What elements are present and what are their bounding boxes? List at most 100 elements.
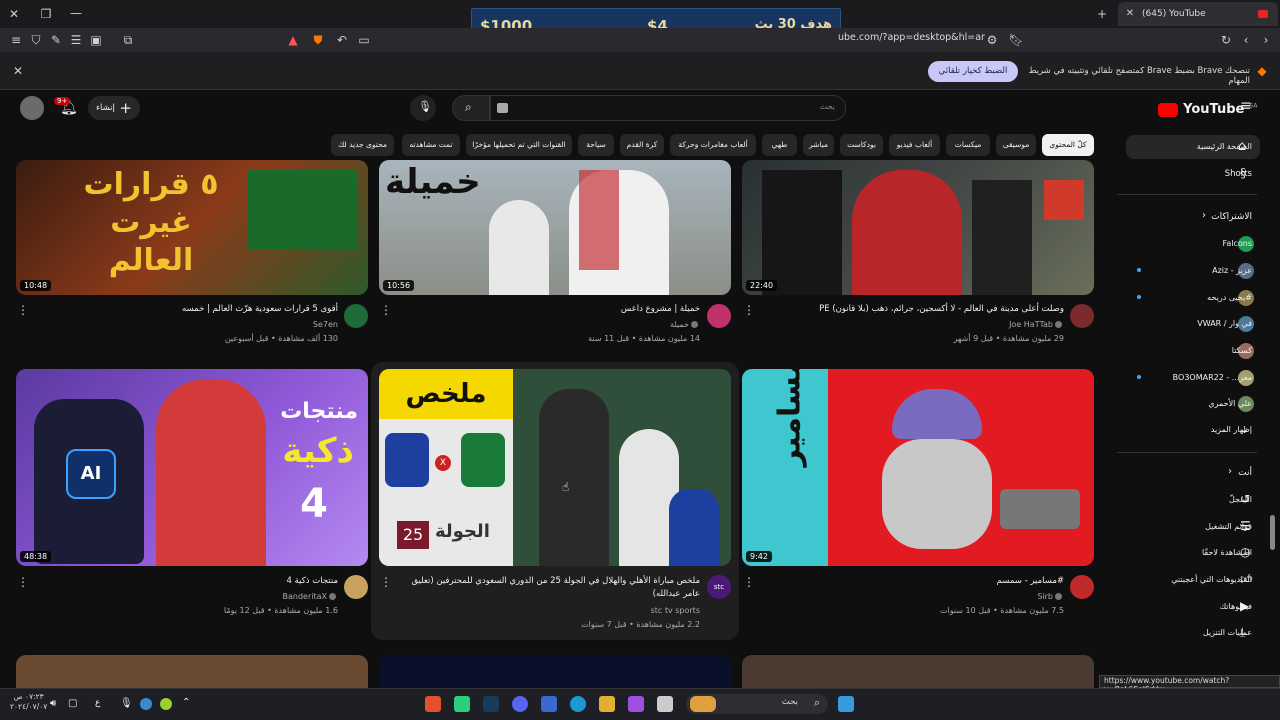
back-icon[interactable]: ‹ bbox=[1238, 32, 1254, 48]
channel-avatar[interactable]: stc bbox=[707, 575, 731, 599]
edge-icon[interactable] bbox=[570, 696, 586, 712]
channel-avatar[interactable] bbox=[707, 304, 731, 328]
chip-live[interactable]: مباشر bbox=[803, 134, 834, 156]
minimize-window-icon[interactable]: — bbox=[68, 5, 84, 21]
chip-cooking[interactable]: طهي bbox=[762, 134, 797, 156]
chip-watched[interactable]: تمت مشاهدته bbox=[402, 134, 460, 156]
extensions-icon[interactable]: ✎ bbox=[48, 32, 64, 48]
taskbar-search[interactable]: بحث ⌕ bbox=[686, 694, 828, 714]
video-title[interactable]: خميلة | مشروع داعس bbox=[420, 303, 700, 316]
microphone-tray-icon[interactable]: 🎙︎ bbox=[120, 698, 133, 709]
video-title[interactable]: وصلت أعلى مدينة في العالم - لا أكسجين، ج… bbox=[780, 303, 1064, 316]
more-actions-icon[interactable]: ⋮ bbox=[17, 303, 29, 317]
user-avatar[interactable] bbox=[20, 96, 44, 120]
close-notice-icon[interactable]: ✕ bbox=[10, 63, 26, 79]
brave-browser-icon[interactable] bbox=[425, 696, 441, 712]
task-view-icon[interactable] bbox=[657, 696, 673, 712]
video-title[interactable]: أقوى 5 قرارات سعودية هزّت العالم | خمسه bbox=[60, 303, 338, 316]
brave-shield-icon[interactable]: ⛊ bbox=[310, 32, 326, 48]
chip-tourism[interactable]: سياحة bbox=[578, 134, 614, 156]
more-actions-icon[interactable]: ⋮ bbox=[743, 575, 755, 589]
you-heading[interactable]: أنت bbox=[1238, 468, 1252, 478]
sidebar-scrollbar[interactable] bbox=[1270, 515, 1275, 550]
reload-icon[interactable]: ↻ bbox=[1218, 32, 1234, 48]
bookmark-list-icon[interactable]: ☰ bbox=[68, 32, 84, 48]
sidebar-sub-aziz[interactable]: عزيز - Aziz bbox=[1132, 266, 1252, 275]
sidebar-icon[interactable]: ▣ bbox=[88, 32, 104, 48]
tray-app-icon[interactable] bbox=[140, 698, 152, 710]
taskbar-app-icon[interactable] bbox=[628, 696, 644, 712]
more-actions-icon[interactable]: ⋮ bbox=[380, 575, 392, 589]
chip-action-adventure[interactable]: ألعاب مغامرات وحركة bbox=[670, 134, 756, 156]
bookmark-icon[interactable]: 🔖︎ bbox=[1008, 32, 1024, 48]
volume-icon[interactable]: 🔊︎ bbox=[50, 698, 56, 709]
sidebar-item-watch-later[interactable]: المشاهدة لاحقًا bbox=[1132, 548, 1252, 557]
chip-new-to-you[interactable]: محتوى جديد لك bbox=[331, 134, 394, 156]
video-title[interactable]: #مسامير - سمسم bbox=[780, 575, 1064, 588]
file-explorer-icon[interactable] bbox=[599, 696, 615, 712]
more-actions-icon[interactable]: ⋮ bbox=[743, 303, 755, 317]
chip-mixes[interactable]: ميكسات bbox=[946, 134, 990, 156]
menu-icon[interactable]: ≡ bbox=[8, 32, 24, 48]
chip-recently-uploaded[interactable]: القنوات التي تم تحميلها مؤخرًا bbox=[466, 134, 572, 156]
show-more-button[interactable]: إظهار المزيد bbox=[1132, 425, 1252, 434]
sidebar-item-history[interactable]: السجلّ bbox=[1132, 495, 1252, 504]
sidebar-item-shorts[interactable]: Shorts bbox=[1132, 169, 1252, 179]
sidebar-sub-ali[interactable]: علي الأحمري bbox=[1132, 399, 1252, 408]
screenshot-icon[interactable]: ⧉ bbox=[120, 32, 136, 48]
video-thumbnail[interactable]: 22:40 bbox=[742, 160, 1094, 295]
store-icon[interactable] bbox=[541, 696, 557, 712]
guide-menu-icon[interactable]: ≡ bbox=[1240, 98, 1252, 114]
video-thumbnail[interactable] bbox=[742, 655, 1094, 688]
site-settings-icon[interactable]: ⚙ bbox=[984, 32, 1000, 48]
shield-icon[interactable]: ⛉ bbox=[28, 32, 44, 48]
more-actions-icon[interactable]: ⋮ bbox=[17, 575, 29, 589]
chip-all[interactable]: كلّ المحتوى bbox=[1042, 134, 1094, 156]
chevron-right-icon[interactable]: › bbox=[1202, 210, 1206, 221]
chip-podcasts[interactable]: بودكاست bbox=[840, 134, 883, 156]
channel-name[interactable]: BanderitaX bbox=[60, 592, 338, 601]
video-title[interactable]: ملخص مباراة الأهلي والهلال في الجولة 25 … bbox=[410, 575, 700, 601]
chevron-right-icon[interactable]: › bbox=[1228, 466, 1232, 477]
channel-name[interactable]: Joe HaTTab bbox=[780, 320, 1064, 329]
video-title[interactable]: منتجات ذكية 4 bbox=[60, 575, 338, 588]
new-tab-icon[interactable]: + bbox=[1094, 6, 1110, 22]
minimize-icon[interactable]: ✕ bbox=[6, 6, 22, 22]
sidebar-sub-bo3omar[interactable]: معر... - BO3OMAR22 bbox=[1132, 373, 1252, 382]
video-thumbnail[interactable]: خميلة 10:56 bbox=[379, 160, 731, 295]
chip-football[interactable]: كرة القدم bbox=[620, 134, 664, 156]
tray-chevron-icon[interactable]: ⌃ bbox=[182, 697, 190, 708]
video-thumbnail[interactable]: ملخص X 25 الجولة bbox=[379, 369, 731, 566]
video-thumbnail[interactable] bbox=[16, 655, 368, 688]
channel-avatar[interactable] bbox=[1070, 304, 1094, 328]
sidebar-item-your-videos[interactable]: فيديوهاتك bbox=[1132, 602, 1252, 611]
close-tab-icon[interactable]: ✕ bbox=[1122, 6, 1138, 22]
sidebar-sub-kasakta[interactable]: كسكتا bbox=[1132, 346, 1252, 355]
channel-avatar[interactable] bbox=[344, 575, 368, 599]
sidebar-sub-falcons[interactable]: Falcons bbox=[1132, 239, 1252, 248]
taskbar-app-icon[interactable] bbox=[454, 696, 470, 712]
language-indicator[interactable]: ع bbox=[95, 698, 100, 708]
keyboard-icon[interactable] bbox=[497, 103, 508, 113]
search-input[interactable]: بحث bbox=[490, 95, 846, 121]
url-text[interactable]: ube.com/?app=desktop&hl=ar bbox=[838, 32, 985, 43]
active-tab[interactable]: ✕ (645) YouTube bbox=[1118, 2, 1278, 26]
video-thumbnail[interactable] bbox=[379, 655, 731, 688]
set-default-button[interactable]: الضبط كخيار تلقائي bbox=[928, 61, 1018, 82]
sidebar-item-playlists[interactable]: قوائم التشغيل bbox=[1132, 522, 1252, 531]
restore-icon[interactable]: ❐ bbox=[38, 6, 54, 22]
channel-avatar[interactable] bbox=[344, 304, 368, 328]
sidebar-sub-vwar[interactable]: في وار / VWAR bbox=[1132, 319, 1252, 328]
channel-avatar[interactable] bbox=[1070, 575, 1094, 599]
forward-icon[interactable]: › bbox=[1258, 32, 1274, 48]
network-icon[interactable]: ▢ bbox=[68, 698, 77, 709]
tray-app-icon[interactable] bbox=[160, 698, 172, 710]
system-clock[interactable]: ٠٧:٢٣ ص ٢٠٢٤/٠٧/٠٧ bbox=[10, 692, 47, 712]
discord-icon[interactable] bbox=[512, 696, 528, 712]
windows-start-icon[interactable] bbox=[838, 696, 854, 712]
channel-name[interactable]: Sirb bbox=[780, 592, 1064, 601]
chip-video-games[interactable]: ألعاب فيديو bbox=[889, 134, 940, 156]
chip-music[interactable]: موسيقى bbox=[996, 134, 1036, 156]
rewards-icon[interactable]: ▲ bbox=[285, 32, 301, 48]
channel-name[interactable]: Se7en bbox=[60, 320, 338, 329]
